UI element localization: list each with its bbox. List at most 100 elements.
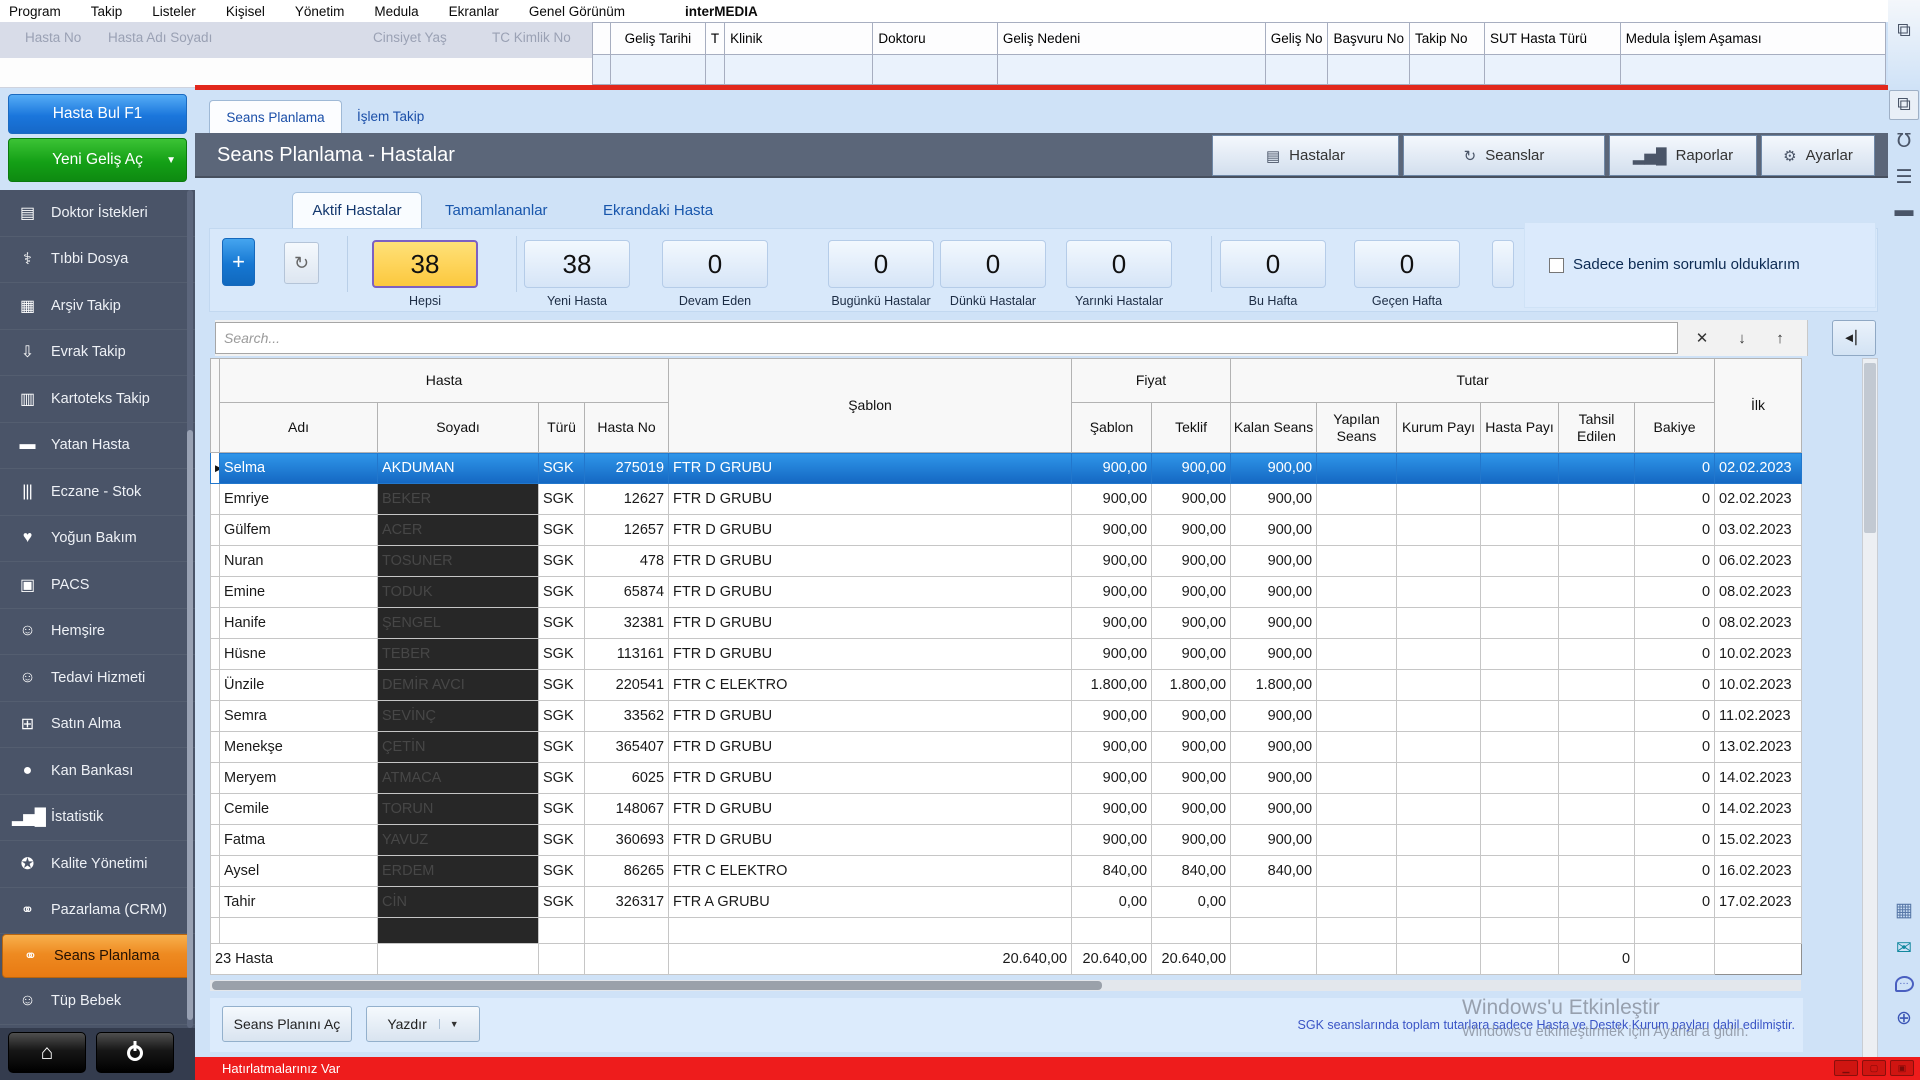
cell-ilk[interactable]: 11.02.2023 (1715, 701, 1802, 732)
cell-kalan[interactable]: 1.800,00 (1231, 670, 1317, 701)
cell-teklif[interactable]: 900,00 (1152, 732, 1231, 763)
cell-tahsil[interactable] (1559, 763, 1635, 794)
cell-tahsil[interactable] (1559, 701, 1635, 732)
cell-tahsil[interactable] (1559, 546, 1635, 577)
sidebar-item-doktor-i-stekleri[interactable]: ▤Doktor İstekleri (0, 190, 195, 237)
counter-button-yeni-hasta[interactable]: 38 (524, 240, 630, 288)
lookup-field-0[interactable]: Hasta No (25, 30, 81, 45)
cell-soyadi[interactable]: ERDEM (378, 856, 539, 887)
cell-hasta_payi[interactable] (1481, 701, 1559, 732)
cell-soyadi[interactable]: TODUK (378, 577, 539, 608)
cell-kalan[interactable]: 900,00 (1231, 608, 1317, 639)
col-kalan[interactable]: Kalan Seans (1231, 403, 1317, 453)
cell-teklif[interactable]: 900,00 (1152, 794, 1231, 825)
vscroll-thumb[interactable] (1864, 363, 1876, 533)
cell-fiyat_sablon[interactable]: 900,00 (1072, 763, 1152, 794)
menu-medula[interactable]: Medula (359, 4, 433, 19)
cell-kurum[interactable] (1397, 732, 1481, 763)
cell-tahsil[interactable] (1559, 856, 1635, 887)
col-fiyat_sablon[interactable]: Şablon (1072, 403, 1152, 453)
cell-adi[interactable]: Ünzile (220, 670, 378, 701)
table-row[interactable]: ▶SelmaAKDUMANSGK275019FTR D GRUBU900,009… (211, 453, 1802, 484)
visit-grid-col-9[interactable]: Medula İşlem Aşaması (1620, 23, 1885, 55)
table-row[interactable]: TahirCİNSGK326317FTR A GRUBU0,000,00017.… (211, 887, 1802, 918)
counter-button-partial[interactable] (1492, 240, 1514, 288)
col-teklif[interactable]: Teklif (1152, 403, 1231, 453)
open-session-plan-button[interactable]: Seans Planını Aç (222, 1006, 352, 1042)
hscroll-thumb[interactable] (212, 981, 1102, 990)
cell-bakiye[interactable]: 0 (1635, 763, 1715, 794)
table-row[interactable]: HanifeŞENGELSGK32381FTR D GRUBU900,00900… (211, 608, 1802, 639)
tab-seans-planlama[interactable]: Seans Planlama (209, 100, 342, 133)
cell-teklif[interactable]: 900,00 (1152, 825, 1231, 856)
cell-tahsil[interactable] (1559, 732, 1635, 763)
view-button-seanslar[interactable]: ↻Seanslar (1403, 135, 1605, 176)
cell-teklif[interactable]: 900,00 (1152, 701, 1231, 732)
col-turu[interactable]: Türü (539, 403, 585, 453)
counter-button-hepsi[interactable]: 38 (372, 240, 478, 288)
sidebar-item-seans-planlama[interactable]: ⚭Seans Planlama (2, 934, 193, 978)
col-ilk[interactable]: İlk (1715, 359, 1802, 453)
cell-hasta_no[interactable]: 365407 (585, 732, 669, 763)
cell-hasta_no[interactable]: 33562 (585, 701, 669, 732)
cell-turu[interactable]: SGK (539, 639, 585, 670)
cell-turu[interactable]: SGK (539, 670, 585, 701)
cell-yapilan[interactable] (1317, 763, 1397, 794)
table-row[interactable]: FatmaYAVUZSGK360693FTR D GRUBU900,00900,… (211, 825, 1802, 856)
menu-genel-g-r-n-m[interactable]: Genel Görünüm (514, 4, 640, 19)
power-button[interactable] (96, 1032, 174, 1073)
cell-turu[interactable]: SGK (539, 887, 585, 918)
sidebar-item-evrak-takip[interactable]: ⇩Evrak Takip (0, 330, 195, 377)
counter-button-d-nk-hastalar[interactable]: 0 (940, 240, 1046, 288)
cell-kurum[interactable] (1397, 546, 1481, 577)
cell-adi[interactable]: Fatma (220, 825, 378, 856)
cell-sablon[interactable]: FTR A GRUBU (669, 887, 1072, 918)
cell-kurum[interactable] (1397, 453, 1481, 484)
cell-hasta_no[interactable]: 86265 (585, 856, 669, 887)
cell-kalan[interactable]: 900,00 (1231, 515, 1317, 546)
col-bakiye[interactable]: Bakiye (1635, 403, 1715, 453)
cell-hasta_payi[interactable] (1481, 608, 1559, 639)
cell-kurum[interactable] (1397, 577, 1481, 608)
cell-hasta_payi[interactable] (1481, 577, 1559, 608)
cell-tahsil[interactable] (1559, 577, 1635, 608)
cell-kalan[interactable]: 900,00 (1231, 577, 1317, 608)
cell-bakiye[interactable]: 0 (1635, 670, 1715, 701)
group-fiyat[interactable]: Fiyat (1072, 359, 1231, 403)
cell-bakiye[interactable]: 0 (1635, 794, 1715, 825)
cell-sablon[interactable]: FTR D GRUBU (669, 701, 1072, 732)
cell-adi[interactable]: Hanife (220, 608, 378, 639)
cell-ilk[interactable]: 08.02.2023 (1715, 608, 1802, 639)
cell-ilk[interactable]: 02.02.2023 (1715, 484, 1802, 515)
group-tutar[interactable]: Tutar (1231, 359, 1715, 403)
cell-turu[interactable]: SGK (539, 794, 585, 825)
cell-adi[interactable]: Hüsne (220, 639, 378, 670)
cell-ilk[interactable]: 14.02.2023 (1715, 763, 1802, 794)
cell-bakiye[interactable]: 0 (1635, 484, 1715, 515)
lookup-field-3[interactable]: TC Kimlik No (492, 30, 571, 45)
cell-soyadi[interactable]: CİN (378, 887, 539, 918)
cell-hasta_payi[interactable] (1481, 763, 1559, 794)
stethoscope-icon[interactable]: ℧ (1889, 126, 1919, 156)
menu-listeler[interactable]: Listeler (137, 4, 211, 19)
sidebar-scrollbar[interactable] (187, 190, 193, 1028)
cell-tahsil[interactable] (1559, 608, 1635, 639)
cell-hasta_no[interactable]: 148067 (585, 794, 669, 825)
visit-grid-col-6[interactable]: Başvuru No (1328, 23, 1410, 55)
col-kurum[interactable]: Kurum Payı (1397, 403, 1481, 453)
cell-hasta_no[interactable]: 65874 (585, 577, 669, 608)
cell-turu[interactable]: SGK (539, 763, 585, 794)
table-row[interactable]: MeryemATMACASGK6025FTR D GRUBU900,00900,… (211, 763, 1802, 794)
cell-kalan[interactable]: 900,00 (1231, 484, 1317, 515)
cell-teklif[interactable]: 900,00 (1152, 546, 1231, 577)
lookup-field-2[interactable]: Cinsiyet Yaş (373, 30, 447, 45)
pop-in-icon[interactable]: ⧉ (1889, 90, 1919, 120)
collapse-panel-button[interactable]: ◄▏ (1832, 320, 1876, 356)
table-row[interactable]: AyselERDEMSGK86265FTR C ELEKTRO840,00840… (211, 856, 1802, 887)
cell-adi[interactable]: Nuran (220, 546, 378, 577)
cell-ilk[interactable]: 14.02.2023 (1715, 794, 1802, 825)
cell-teklif[interactable]: 0,00 (1152, 887, 1231, 918)
cell-tahsil[interactable] (1559, 453, 1635, 484)
cell-ilk[interactable]: 16.02.2023 (1715, 856, 1802, 887)
cell-hasta_no[interactable]: 275019 (585, 453, 669, 484)
